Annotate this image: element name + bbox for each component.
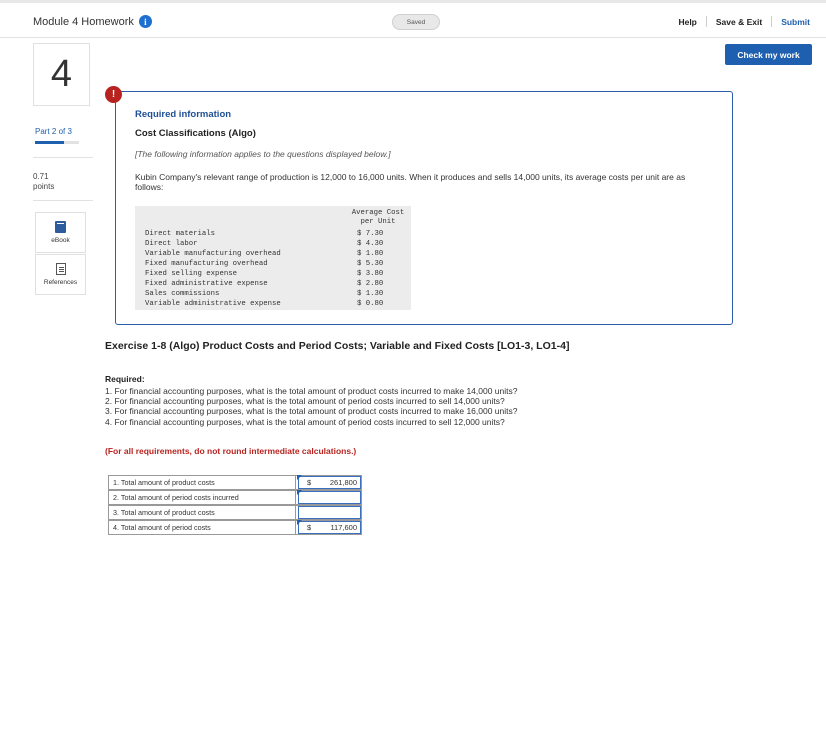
cost-label: Fixed administrative expense: [145, 280, 268, 288]
answer-value: 117,600: [330, 523, 357, 532]
requirements-list: 1. For financial accounting purposes, wh…: [105, 386, 517, 427]
table-row: 2. Total amount of period costs incurred: [108, 490, 362, 505]
table-row: Fixed selling expense $ 3.80: [145, 269, 411, 279]
top-bar: Module 4 Homework i Saved Help Save & Ex…: [0, 0, 826, 38]
assignment-title-text: Module 4 Homework: [33, 15, 134, 28]
cost-label: Variable administrative expense: [145, 300, 281, 308]
cost-value: $ 5.30: [357, 260, 384, 268]
list-item: 2. For financial accounting purposes, wh…: [105, 396, 505, 407]
flag-icon: [297, 520, 302, 525]
cost-label: Fixed manufacturing overhead: [145, 260, 268, 268]
table-row: Fixed manufacturing overhead $ 5.30: [145, 259, 411, 269]
table-row: Variable administrative expense $ 0.80: [145, 299, 411, 309]
answer-input[interactable]: $ 117,600: [298, 521, 361, 534]
rounding-note: (For all requirements, do not round inte…: [105, 446, 357, 456]
cost-value: $ 4.30: [357, 240, 384, 248]
submit-link[interactable]: Submit: [772, 17, 812, 27]
flag-icon: [297, 490, 302, 495]
part-indicator: Part 2 of 3: [35, 127, 72, 136]
cost-value: $ 2.80: [357, 280, 384, 288]
following-note: [The following information applies to th…: [135, 149, 391, 159]
answer-input[interactable]: [298, 506, 361, 519]
info-icon[interactable]: i: [138, 15, 152, 28]
cost-label: Direct materials: [145, 230, 216, 238]
answer-label: 1. Total amount of product costs: [108, 475, 296, 490]
book-icon: [55, 221, 66, 233]
header-links: Help Save & Exit Submit: [669, 16, 812, 27]
references-button[interactable]: References: [35, 254, 86, 295]
alert-icon: !: [105, 86, 122, 103]
part-progress-fill: [35, 141, 65, 144]
help-link[interactable]: Help: [669, 17, 705, 27]
exercise-title: Exercise 1-8 (Algo) Product Costs and Pe…: [105, 340, 570, 352]
cost-label: Direct labor: [145, 240, 198, 248]
points-value: 0.71: [33, 172, 49, 181]
answer-input[interactable]: $ 261,800: [298, 476, 361, 489]
table-row: 3. Total amount of product costs: [108, 505, 362, 520]
cost-label: Sales commissions: [145, 290, 220, 298]
points-label: points: [33, 182, 55, 191]
cost-table-header-line1: Average Cost: [351, 209, 405, 217]
table-row: Direct materials $ 7.30: [145, 229, 411, 239]
saved-status: Saved: [392, 14, 440, 30]
list-item: 4. For financial accounting purposes, wh…: [105, 416, 505, 427]
save-exit-link[interactable]: Save & Exit: [707, 17, 771, 27]
required-label: Required:: [105, 374, 145, 384]
cost-value: $ 1.80: [357, 250, 384, 258]
cost-table-header-line2: per Unit: [360, 218, 396, 226]
check-my-work-button[interactable]: Check my work: [725, 44, 812, 65]
document-icon: [55, 263, 66, 275]
cost-table-rows: Direct materials $ 7.30 Direct labor $ 4.3…: [145, 229, 411, 309]
answer-label: 3. Total amount of product costs: [108, 505, 296, 520]
answer-value: 261,800: [329, 478, 357, 487]
assignment-title: Module 4 Homework i: [33, 15, 152, 28]
table-row: 1. Total amount of product costs $ 261,8…: [108, 475, 362, 490]
question-number: 4: [33, 43, 90, 106]
answer-input[interactable]: [298, 491, 361, 504]
table-row: Direct labor $ 4.30: [145, 239, 411, 249]
scenario-text: Kubin Company's relevant range of produc…: [135, 172, 686, 192]
table-row: Variable manufacturing overhead $ 1.80: [145, 249, 411, 259]
cost-classifications-title: Cost Classifications (Algo): [135, 128, 256, 139]
list-item: 1. For financial accounting purposes, wh…: [105, 386, 518, 396]
list-item: 3. For financial accounting purposes, wh…: [105, 406, 518, 417]
cost-label: Fixed selling expense: [145, 270, 237, 278]
answer-label: 2. Total amount of period costs incurred: [108, 490, 296, 505]
required-info-heading: Required information: [135, 109, 232, 120]
cost-table: Average Cost per Unit Direct materials $ …: [135, 206, 411, 310]
table-row: 4. Total amount of period costs $ 117,60…: [108, 520, 362, 535]
table-row: Sales commissions $ 1.30: [145, 289, 411, 299]
part-progress-bar: [35, 141, 79, 144]
cost-value: $ 1.30: [357, 290, 384, 298]
flag-icon: [297, 475, 302, 480]
cost-value: $ 0.80: [357, 300, 384, 308]
ebook-label: eBook: [51, 237, 70, 244]
answer-label: 4. Total amount of period costs: [108, 520, 296, 535]
references-label: References: [43, 279, 78, 286]
cost-value: $ 3.80: [357, 270, 384, 278]
cost-label: Variable manufacturing overhead: [145, 250, 281, 258]
cost-value: $ 7.30: [357, 230, 384, 238]
divider: [33, 200, 93, 201]
divider: [33, 157, 93, 158]
ebook-button[interactable]: eBook: [35, 212, 86, 253]
cost-table-header: Average Cost per Unit: [345, 209, 411, 227]
table-row: Fixed administrative expense $ 2.80: [145, 279, 411, 289]
